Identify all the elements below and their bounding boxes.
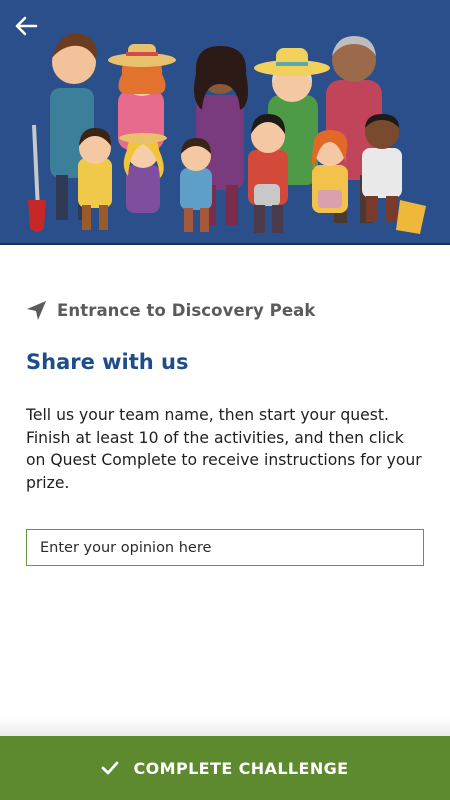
- kid-3: [180, 138, 212, 232]
- location-label: Entrance to Discovery Peak: [57, 301, 316, 320]
- complete-challenge-button[interactable]: COMPLETE CHALLENGE: [0, 736, 450, 800]
- page-title: Share with us: [26, 350, 189, 374]
- opinion-input[interactable]: [26, 529, 424, 566]
- footer-shadow: [0, 718, 450, 736]
- back-button[interactable]: [14, 16, 48, 50]
- arrow-left-icon: [15, 16, 38, 36]
- kid-6: [362, 114, 426, 234]
- kid-4: [248, 114, 288, 233]
- checkmark-icon: [102, 761, 119, 775]
- kid-1: [78, 128, 112, 230]
- description-text: Tell us your team name, then start your …: [26, 406, 422, 492]
- gardeners-illustration: [28, 33, 426, 234]
- complete-challenge-label: COMPLETE CHALLENGE: [133, 758, 349, 778]
- location-row: Entrance to Discovery Peak: [26, 300, 315, 321]
- kid-5: [311, 130, 348, 213]
- hero-banner: [0, 0, 450, 245]
- navigation-arrow-icon: [27, 301, 46, 320]
